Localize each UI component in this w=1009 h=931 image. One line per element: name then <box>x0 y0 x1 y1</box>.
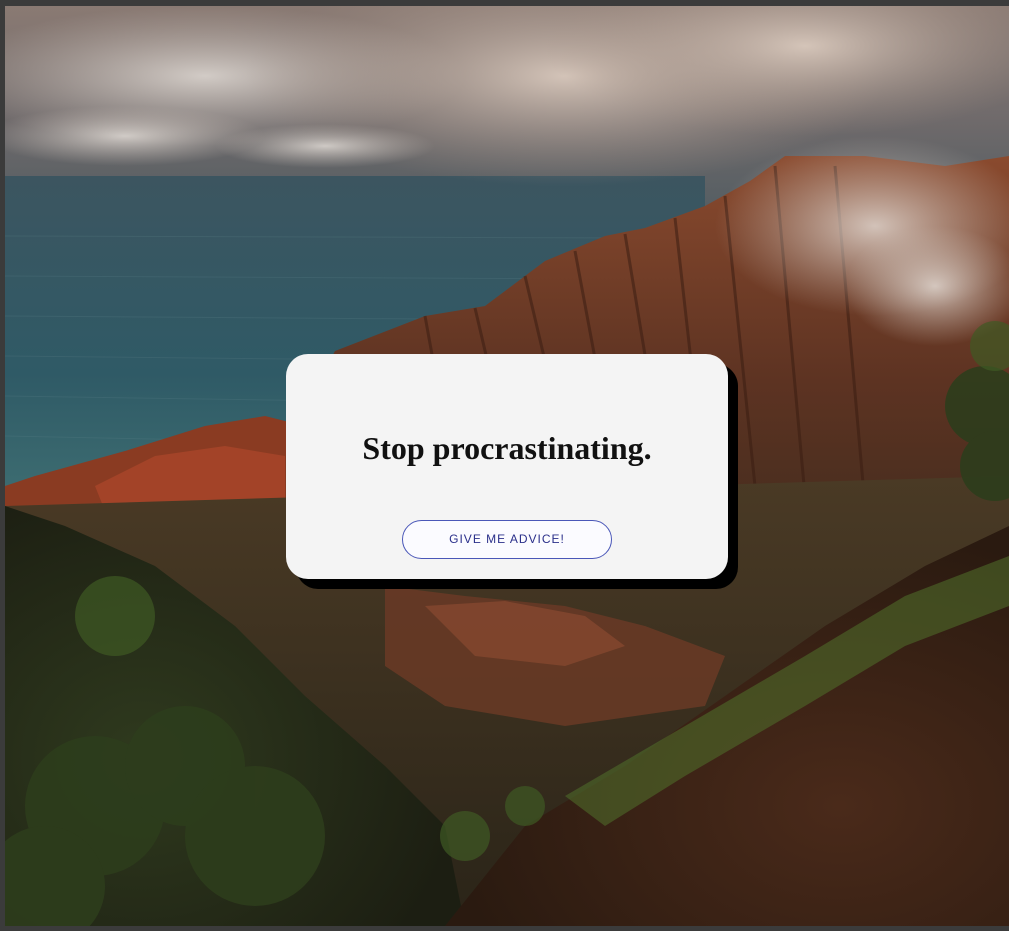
give-advice-button[interactable]: GIVE ME ADVICE! <box>402 520 612 559</box>
card-title: Stop procrastinating. <box>362 430 652 466</box>
